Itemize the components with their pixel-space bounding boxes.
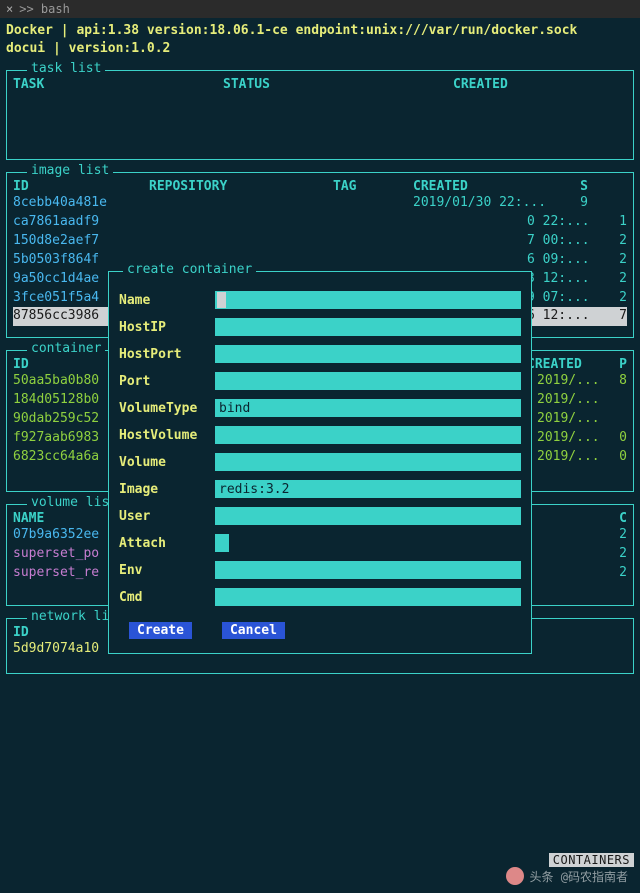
col-created: CREATED [527, 357, 607, 372]
watermark: 头条 @码农指南者 [506, 867, 628, 885]
input-attach[interactable] [215, 534, 229, 552]
header-line-docker: Docker | api:1.38 version:18.06.1-ce end… [6, 22, 634, 40]
dialog-title: create container [123, 262, 256, 277]
col-s: S [568, 179, 588, 194]
input-hostport[interactable] [215, 345, 521, 363]
image-row[interactable]: 150d8e2aef77 00:...2 [13, 232, 627, 251]
label-port: Port [119, 374, 215, 389]
image-row[interactable]: 8cebb40a481e2019/01/30 22:...9 [13, 194, 627, 213]
label-voltype: VolumeType [119, 401, 215, 416]
input-user[interactable] [215, 507, 521, 525]
col-p: P [607, 357, 627, 372]
panel-title: task list [27, 61, 105, 76]
input-name[interactable] [215, 291, 521, 309]
label-hostip: HostIP [119, 320, 215, 335]
label-attach: Attach [119, 536, 215, 551]
col-task: TASK [13, 77, 223, 92]
label-image: Image [119, 482, 215, 497]
dialog-create-container: create container Name HostIP HostPort Po… [108, 271, 532, 654]
label-env: Env [119, 563, 215, 578]
input-env[interactable] [215, 561, 521, 579]
col-repo: REPOSITORY [113, 179, 333, 194]
col-id: ID [13, 357, 113, 372]
avatar-icon [506, 867, 524, 885]
titlebar: × >> bash [0, 0, 640, 18]
input-hostvol[interactable] [215, 426, 521, 444]
col-c: C [607, 511, 627, 526]
input-port[interactable] [215, 372, 521, 390]
footer-label: CONTAINERS [549, 853, 634, 867]
col-status: STATUS [223, 77, 453, 92]
create-button[interactable]: Create [129, 622, 192, 639]
label-name: Name [119, 293, 215, 308]
header: Docker | api:1.38 version:18.06.1-ce end… [0, 18, 640, 58]
col-created: CREATED [453, 77, 627, 92]
label-hostvol: HostVolume [119, 428, 215, 443]
panel-title: image list [27, 163, 113, 178]
input-voltype[interactable]: bind [215, 399, 521, 417]
panel-task-list: task list TASK STATUS CREATED [6, 70, 634, 160]
input-cmd[interactable] [215, 588, 521, 606]
col-created: CREATED [413, 179, 568, 194]
input-hostip[interactable] [215, 318, 521, 336]
panel-title: volume lis [27, 495, 113, 510]
panel-title: network li [27, 609, 113, 624]
network-row-id[interactable]: 5d9d7074a10 [13, 640, 99, 659]
close-icon[interactable]: × [6, 2, 13, 16]
input-image[interactable]: redis:3.2 [215, 480, 521, 498]
cancel-button[interactable]: Cancel [222, 622, 285, 639]
input-volume[interactable] [215, 453, 521, 471]
image-row[interactable]: 5b0503f864f6 09:...2 [13, 251, 627, 270]
label-hostport: HostPort [119, 347, 215, 362]
shell-prompt: >> bash [19, 2, 70, 16]
image-row[interactable]: ca7861aadf90 22:...1 [13, 213, 627, 232]
label-cmd: Cmd [119, 590, 215, 605]
panel-title: container [27, 341, 105, 356]
col-tag: TAG [333, 179, 413, 194]
header-line-docui: docui | version:1.0.2 [6, 40, 634, 58]
label-volume: Volume [119, 455, 215, 470]
col-id: ID [13, 625, 29, 640]
col-id: ID [13, 179, 113, 194]
watermark-text: 头条 @码农指南者 [530, 868, 628, 885]
label-user: User [119, 509, 215, 524]
